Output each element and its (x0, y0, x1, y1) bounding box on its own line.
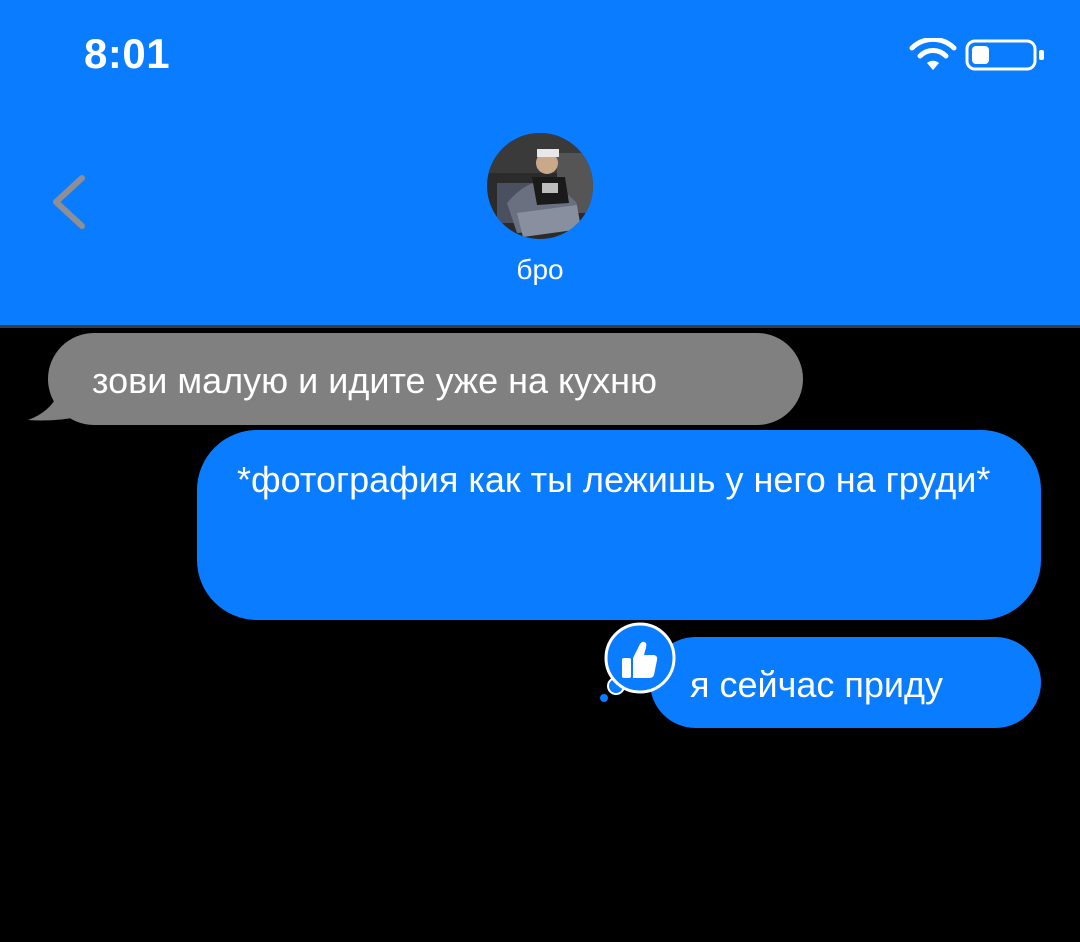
back-button[interactable] (40, 170, 100, 234)
messages-screen: 8:01 бро зови малую и идите уже на кухню… (0, 0, 1080, 942)
incoming-message[interactable]: зови малую и идите уже на кухню (48, 333, 803, 425)
wifi-icon (909, 38, 957, 70)
contact-name[interactable]: бро (440, 254, 640, 286)
thumbs-up-reaction[interactable] (596, 620, 678, 702)
contact-avatar[interactable] (487, 133, 593, 239)
status-time: 8:01 (84, 30, 171, 77)
battery-icon (965, 39, 1044, 71)
outgoing-message[interactable]: я сейчас приду (650, 637, 1041, 728)
header-divider (0, 325, 1080, 328)
chevron-left-icon (53, 175, 85, 229)
outgoing-message[interactable]: *фотография как ты лежишь у него на груд… (197, 430, 1041, 620)
conversation-header: 8:01 бро (0, 0, 1080, 325)
